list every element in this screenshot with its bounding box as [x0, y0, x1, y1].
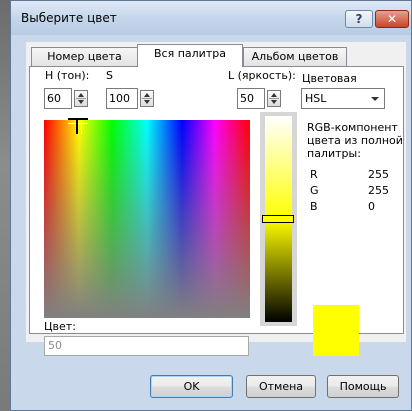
hue-value[interactable]: 60 — [44, 88, 72, 109]
saturation-value[interactable]: 100 — [106, 88, 138, 109]
tab-label: Номер цвета — [47, 50, 122, 63]
spin-arrows-icon[interactable] — [267, 90, 281, 107]
tab-label: Альбом цветов — [251, 50, 339, 63]
rgb-name: R — [310, 168, 318, 181]
spin-arrows-icon[interactable] — [140, 90, 154, 107]
lightness-marker[interactable] — [262, 215, 294, 223]
rgb-caption-line: RGB-компонент — [307, 121, 398, 134]
rgb-value: 255 — [368, 184, 389, 197]
color-preview-swatch — [313, 305, 359, 356]
cancel-button[interactable]: Отмена — [246, 375, 316, 398]
tab-color-album[interactable]: Альбом цветов — [243, 47, 347, 67]
saturation-spinner[interactable]: 100 — [106, 88, 158, 109]
ok-button[interactable]: OK — [150, 375, 233, 398]
spin-arrows-icon[interactable] — [74, 90, 88, 107]
hue-spinner[interactable]: 60 — [44, 88, 90, 109]
rgb-caption: RGB-компонент цвета из полной палитры: — [307, 121, 403, 160]
tab-color-number[interactable]: Номер цвета — [31, 47, 138, 67]
color-model-value: HSL — [305, 92, 327, 105]
saturation-label: S — [106, 69, 113, 82]
color-field-label: Цвет: — [44, 320, 76, 333]
rgb-caption-line: цвета из полной — [307, 134, 403, 147]
lightness-spinner[interactable]: 50 — [237, 88, 283, 109]
lightness-value[interactable]: 50 — [237, 88, 265, 109]
hue-saturation-spectrum[interactable] — [44, 120, 250, 318]
hue-label: H (тон): — [45, 69, 90, 82]
color-field-input[interactable]: 50 — [44, 336, 249, 356]
help-button[interactable]: Помощь — [327, 375, 399, 398]
color-model-label: Цветовая — [302, 72, 357, 85]
rgb-row-g: G 255 — [310, 184, 389, 200]
rgb-value: 255 — [368, 168, 389, 181]
crosshair-cursor-icon[interactable] — [68, 114, 88, 136]
rgb-name: B — [310, 200, 318, 213]
rgb-caption-line: палитры: — [307, 147, 361, 160]
rgb-values-table: R 255 G 255 B 0 — [310, 168, 389, 216]
chevron-down-icon[interactable] — [367, 91, 382, 106]
rgb-row-r: R 255 — [310, 168, 389, 184]
saturation-gradient — [44, 120, 250, 318]
rgb-row-b: B 0 — [310, 200, 380, 216]
rgb-name: G — [310, 184, 319, 197]
color-model-select[interactable]: HSL — [301, 88, 385, 109]
lightness-label: L (яркость): — [228, 69, 296, 82]
rgb-value: 0 — [368, 200, 375, 213]
tab-full-palette[interactable]: Вся палитра — [137, 44, 243, 67]
dialog-content: Номер цвета Вся палитра Альбом цветов H … — [0, 0, 412, 411]
tab-label: Вся палитра — [154, 47, 226, 60]
